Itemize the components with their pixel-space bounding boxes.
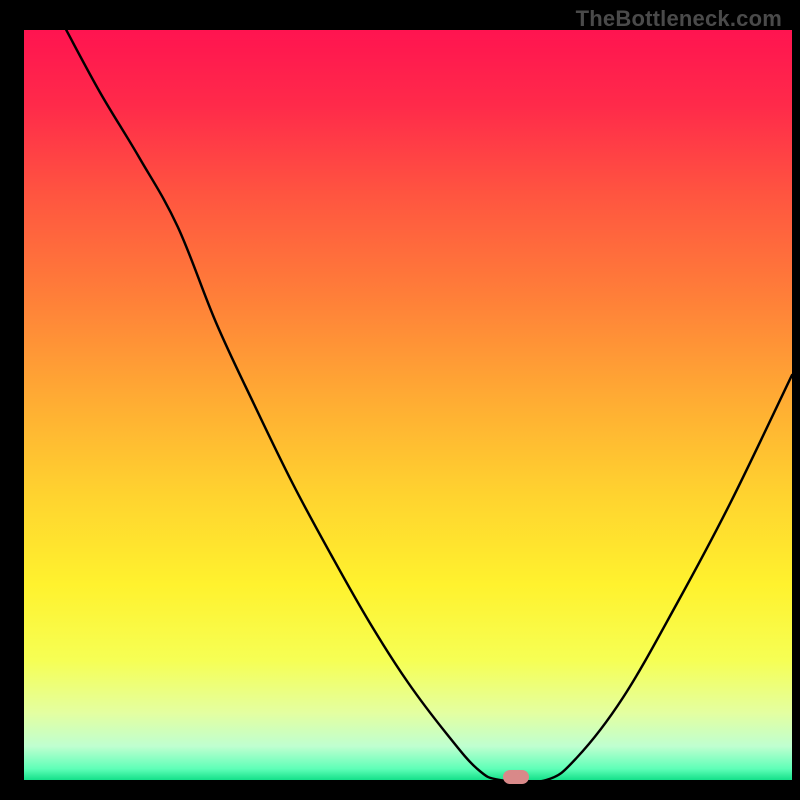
gradient-background: [24, 30, 792, 780]
plot-area: [24, 30, 792, 780]
chart-frame: TheBottleneck.com: [0, 0, 800, 800]
valley-marker: [503, 770, 529, 784]
plot-svg: [24, 30, 792, 780]
watermark-text: TheBottleneck.com: [576, 6, 782, 32]
